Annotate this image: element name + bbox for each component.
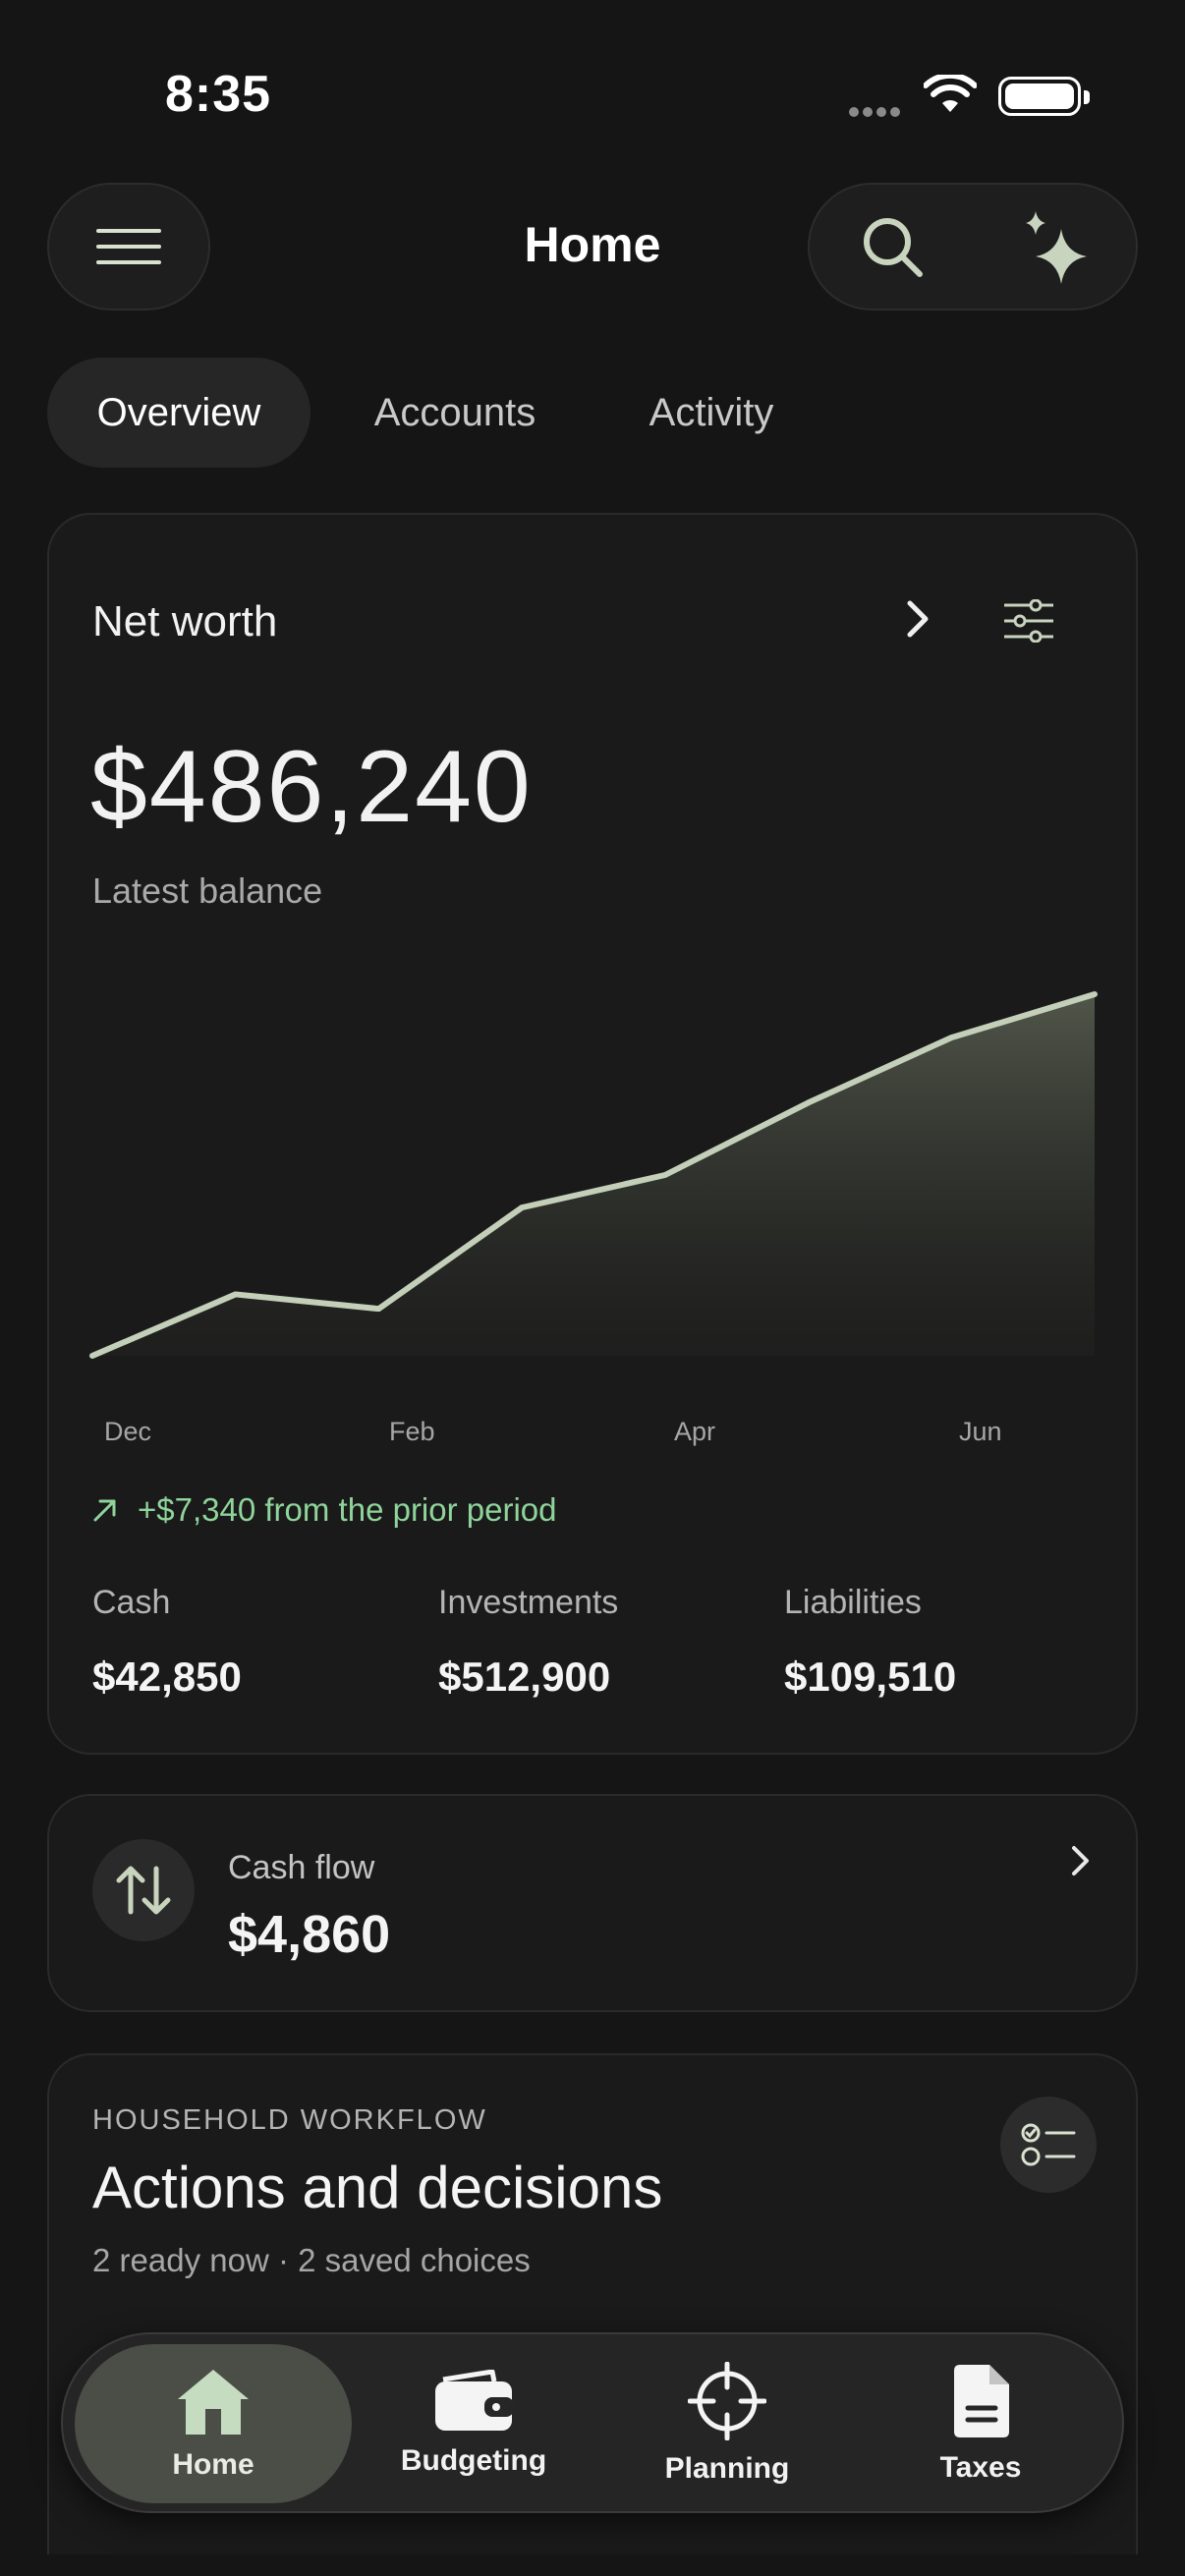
net-worth-change: +$7,340 from the prior period [92, 1491, 557, 1529]
stat-liabilities: Liabilities $109,510 [784, 1584, 956, 1701]
stat-value: $42,850 [92, 1653, 242, 1700]
workflow-title: Actions and decisions [92, 2155, 663, 2220]
stat-label: Liabilities [784, 1584, 922, 1621]
tab-accounts[interactable]: Accounts [344, 358, 566, 468]
checklist-button[interactable] [1000, 2097, 1097, 2193]
x-tick-label: Jun [959, 1417, 1002, 1446]
battery-icon [998, 77, 1090, 116]
crosshair-icon [688, 2362, 766, 2440]
stat-label: Investments [438, 1584, 619, 1621]
status-time: 8:35 [165, 66, 272, 123]
stat-value: $512,900 [438, 1653, 611, 1700]
tab-overview[interactable]: Overview [47, 358, 310, 468]
document-icon [954, 2365, 1009, 2437]
tabbar-label: Taxes [939, 2451, 1022, 2484]
workflow-eyebrow: HOUSEHOLD WORKFLOW [92, 2104, 487, 2136]
tabbar-label: Home [172, 2448, 254, 2481]
arrows-up-down-icon [116, 1866, 171, 1915]
status-bar: 8:35 [0, 0, 1185, 167]
home-indicator-area [0, 2554, 1185, 2576]
x-tick-label: Apr [674, 1417, 715, 1446]
stat-value: $109,510 [784, 1653, 957, 1700]
search-icon [864, 218, 923, 277]
tab-activity[interactable]: Activity [601, 358, 821, 468]
trend-up-icon [93, 1499, 116, 1522]
tabbar-item-budgeting[interactable]: Budgeting [375, 2344, 572, 2503]
change-text: +$7,340 from the prior period [138, 1491, 557, 1528]
cash-flow-label: Cash flow [228, 1849, 375, 1886]
header-actions [808, 183, 1138, 310]
sparkles-icon [1026, 211, 1087, 284]
wallet-icon [435, 2370, 514, 2431]
stat-investments: Investments $512,900 [438, 1584, 618, 1701]
chevron-right-icon[interactable] [1069, 1843, 1093, 1878]
x-tick-label: Dec [104, 1417, 151, 1446]
x-tick-label: Feb [389, 1417, 435, 1446]
ai-assistant-button[interactable] [975, 185, 1140, 308]
tabbar-label: Planning [664, 2452, 790, 2485]
checklist-icon [1021, 2123, 1076, 2166]
chart-area-fill [92, 994, 1095, 1356]
cash-flow-card[interactable]: Cash flow $4,860 [47, 1794, 1138, 2012]
workflow-subtitle: 2 ready now · 2 saved choices [92, 2242, 531, 2278]
tabbar-label: Budgeting [400, 2444, 547, 2477]
tabbar-item-home[interactable]: Home [75, 2344, 352, 2503]
wifi-icon [924, 75, 977, 112]
cash-flow-value: $4,860 [228, 1905, 391, 1964]
tabbar-item-taxes[interactable]: Taxes [882, 2344, 1079, 2503]
stat-label: Cash [92, 1584, 171, 1621]
cash-flow-icon-badge [92, 1839, 195, 1941]
net-worth-card[interactable]: Net worth $486,240 Latest balance Dec Feb… [47, 513, 1138, 1755]
search-button[interactable] [810, 185, 975, 308]
bottom-tab-bar: Home Budgeting Planning Taxes [61, 2332, 1124, 2513]
stat-cash: Cash $42,850 [92, 1584, 242, 1701]
net-worth-chart: Dec Feb Apr Jun [89, 991, 1098, 1446]
signal-icon [849, 104, 904, 122]
tabbar-item-planning[interactable]: Planning [629, 2344, 825, 2503]
home-icon [178, 2370, 249, 2435]
